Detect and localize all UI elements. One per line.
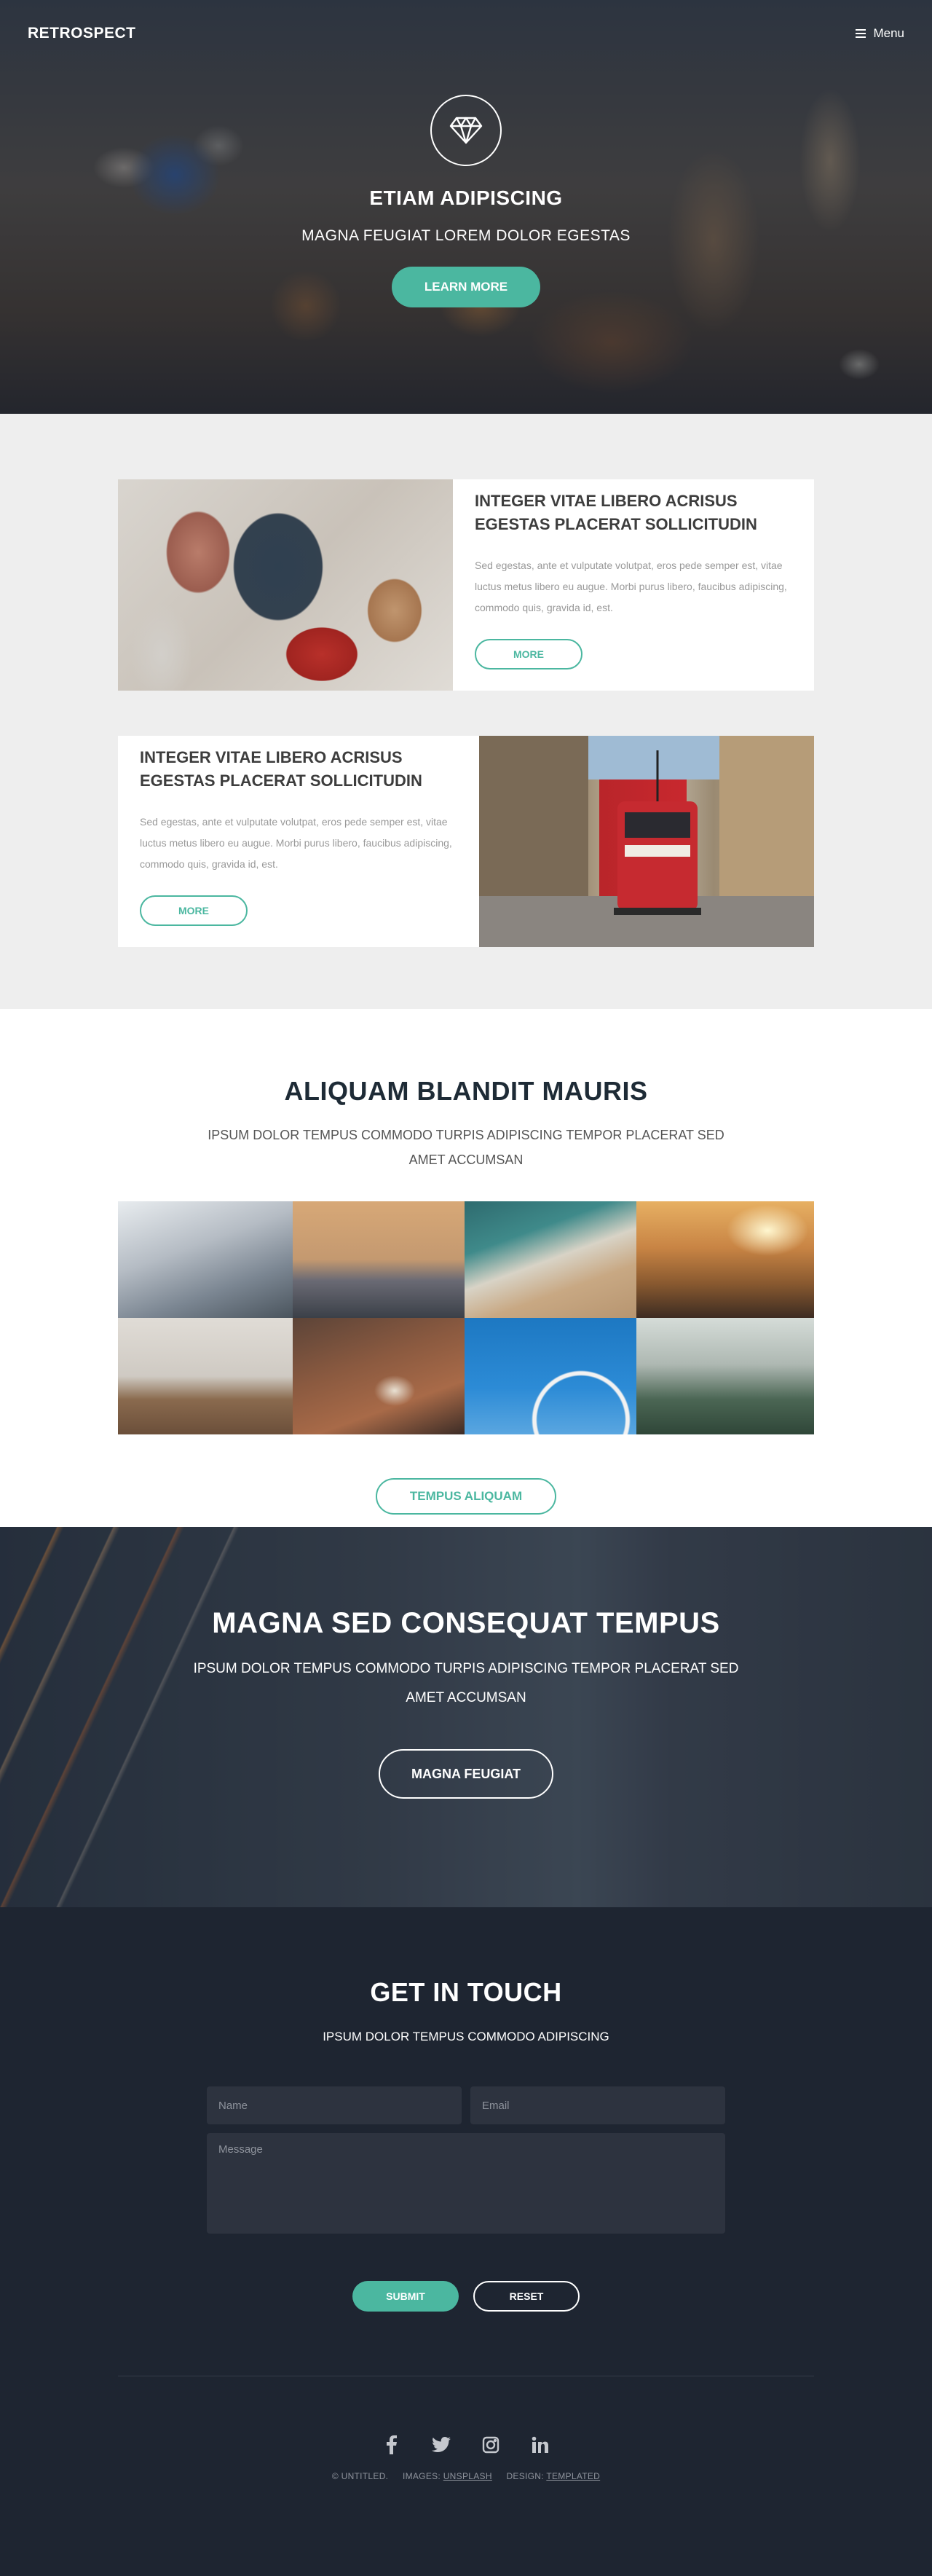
linkedin-icon[interactable]: [530, 2435, 550, 2455]
menu-button[interactable]: Menu: [856, 26, 904, 41]
more-button[interactable]: MORE: [140, 895, 248, 926]
images-label: IMAGES:: [402, 2471, 441, 2481]
cta-section: MAGNA SED CONSEQUAT TEMPUS IPSUM DOLOR T…: [0, 1527, 932, 1907]
contact-title: GET IN TOUCH: [370, 1977, 562, 2007]
surfboard-sunset-photo[interactable]: [636, 1201, 814, 1318]
tempus-aliquam-button[interactable]: TEMPUS ALIQUAM: [376, 1478, 556, 1515]
gallery-subtitle-line2: AMET ACCUMSAN: [408, 1152, 524, 1167]
copyright-text: © UNTITLED.: [331, 2471, 389, 2481]
gallery-subtitle: IPSUM DOLOR TEMPUS COMMODO TURPIS ADIPIS…: [0, 1123, 932, 1172]
copyright-line: © UNTITLED. IMAGES: UNSPLASH DESIGN: TEM…: [0, 2471, 932, 2481]
learn-more-button[interactable]: LEARN MORE: [392, 267, 540, 307]
site-logo[interactable]: RETROSPECT: [28, 25, 136, 42]
spotlight-text: Sed egestas, ante et vulputate volutpat,…: [475, 559, 787, 613]
menu-label: Menu: [873, 26, 904, 40]
contact-subtitle: IPSUM DOLOR TEMPUS COMMODO ADIPISCING: [323, 2030, 609, 2043]
gallery-section: ALIQUAM BLANDIT MAURIS IPSUM DOLOR TEMPU…: [0, 1009, 932, 1527]
coffee-table-photo[interactable]: [293, 1318, 465, 1434]
reset-button[interactable]: RESET: [473, 2281, 580, 2312]
unsplash-link[interactable]: UNSPLASH: [443, 2471, 492, 2481]
contact-section: GET IN TOUCH IPSUM DOLOR TEMPUS COMMODO …: [0, 1907, 932, 2574]
tram-illustration: [479, 736, 814, 947]
spotlight-title: INTEGER VITAE LIBERO ACRISUS EGESTAS PLA…: [475, 492, 757, 533]
spotlight-title: INTEGER VITAE LIBERO ACRISUS EGESTAS PLA…: [140, 748, 422, 790]
ferris-wheel-photo[interactable]: [465, 1318, 636, 1434]
design-label: DESIGN:: [506, 2471, 544, 2481]
padlocks-photo: [118, 479, 453, 691]
hero-title: ETIAM ADIPISCING: [369, 186, 563, 209]
cta-text: IPSUM DOLOR TEMPUS COMMODO TURPIS ADIPIS…: [0, 1654, 932, 1713]
gallery-subtitle-line1: IPSUM DOLOR TEMPUS COMMODO TURPIS ADIPIS…: [208, 1128, 724, 1142]
submit-button[interactable]: SUBMIT: [352, 2281, 459, 2312]
dining-chairs-photo[interactable]: [118, 1318, 293, 1434]
spotlight-2: INTEGER VITAE LIBERO ACRISUS EGESTAS PLA…: [118, 736, 814, 947]
diamond-icon: [430, 95, 502, 166]
hamburger-icon: [856, 29, 866, 38]
image-grid: [118, 1201, 814, 1434]
red-tram-photo: [479, 736, 814, 947]
gallery-title: ALIQUAM BLANDIT MAURIS: [284, 1076, 648, 1106]
cta-text-line2: AMET ACCUMSAN: [406, 1690, 526, 1705]
hero-subtitle: MAGNA FEUGIAT LOREM DOLOR EGESTAS: [301, 227, 631, 244]
message-field[interactable]: [207, 2133, 725, 2234]
spotlights-section: INTEGER VITAE LIBERO ACRISUS EGESTAS PLA…: [0, 414, 932, 1009]
magna-feugiat-button[interactable]: MAGNA FEUGIAT: [379, 1749, 553, 1799]
social-links: [0, 2435, 932, 2455]
templated-link[interactable]: TEMPLATED: [546, 2471, 600, 2481]
sail-photo[interactable]: [118, 1201, 293, 1318]
twitter-icon[interactable]: [431, 2435, 451, 2455]
site-header: RETROSPECT Menu: [0, 0, 932, 67]
facebook-icon[interactable]: [382, 2435, 402, 2455]
more-button[interactable]: MORE: [475, 639, 582, 669]
cta-title: MAGNA SED CONSEQUAT TEMPUS: [212, 1607, 720, 1639]
email-field[interactable]: [470, 2086, 725, 2124]
contact-form: SUBMIT RESET: [207, 2086, 725, 2312]
spotlight-text: Sed egestas, ante et vulputate volutpat,…: [140, 816, 452, 870]
beach-waves-photo[interactable]: [465, 1201, 636, 1318]
name-field[interactable]: [207, 2086, 462, 2124]
instagram-icon[interactable]: [481, 2435, 501, 2455]
misty-forest-photo[interactable]: [636, 1318, 814, 1434]
spotlight-1: INTEGER VITAE LIBERO ACRISUS EGESTAS PLA…: [118, 479, 814, 691]
lifeguard-tower-photo[interactable]: [293, 1201, 465, 1318]
cta-text-line1: IPSUM DOLOR TEMPUS COMMODO TURPIS ADIPIS…: [193, 1661, 739, 1676]
